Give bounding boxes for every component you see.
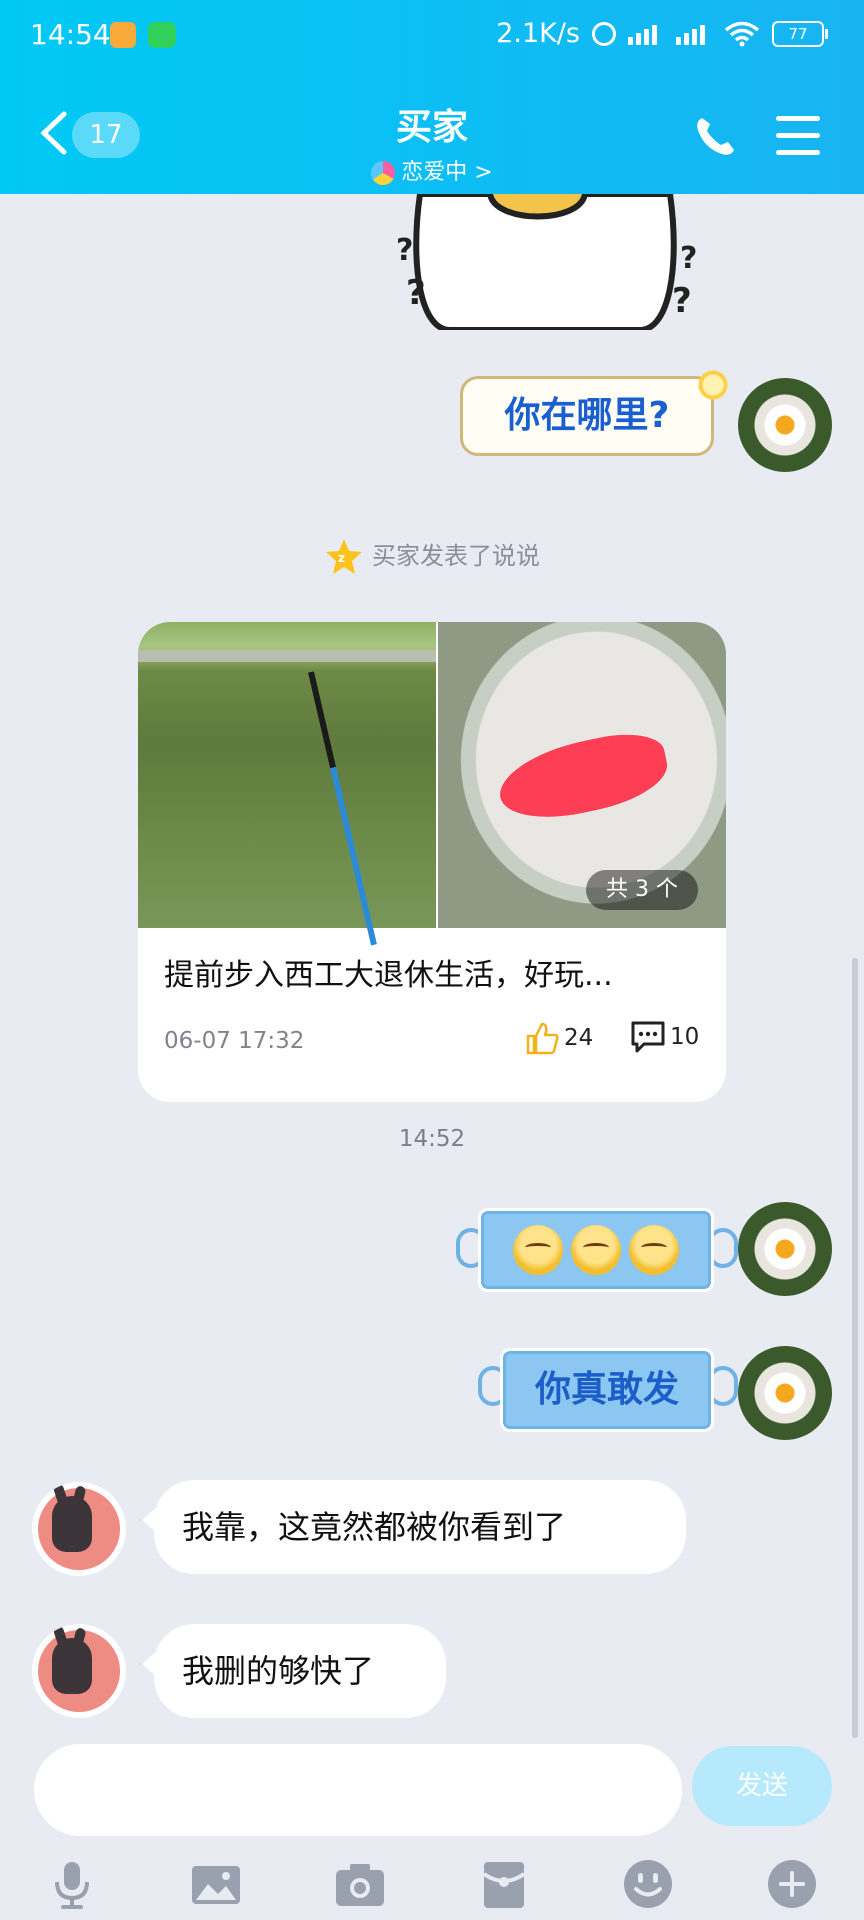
emoji-button[interactable] <box>622 1858 674 1910</box>
thumbs-up-icon <box>526 1022 559 1055</box>
comment-count: 10 <box>670 1024 700 1050</box>
chat-header: 14:54 2.1K/s 77 17 买家 恋爱中 > <box>0 0 864 194</box>
post-notice: z 买家发表了说说 <box>0 536 864 577</box>
image-icon <box>192 1866 240 1904</box>
status-time: 14:54 <box>30 18 111 51</box>
phone-icon[interactable] <box>690 112 740 162</box>
incoming-message[interactable]: 我靠，这竟然都被你看到了 <box>142 1480 686 1574</box>
svg-text:?: ? <box>396 233 413 268</box>
rabbit-body <box>52 1496 92 1552</box>
like-button[interactable]: 24 <box>524 1020 593 1056</box>
photo-button[interactable] <box>190 1858 242 1910</box>
image-detail <box>492 725 674 829</box>
feed-post-card[interactable]: 共 3 个 提前步入西工大退休生活，好玩... 06-07 17:32 24 1… <box>138 622 726 1102</box>
outgoing-emoji-message[interactable] <box>478 1208 714 1292</box>
voice-button[interactable] <box>46 1858 98 1910</box>
comment-icon <box>631 1021 665 1053</box>
image-detail <box>308 671 377 946</box>
svg-text:z: z <box>338 551 345 565</box>
contact-avatar[interactable] <box>32 1624 126 1718</box>
net-speed: 2.1K/s <box>496 18 580 49</box>
menu-line <box>776 150 820 155</box>
send-button[interactable]: 发送 <box>692 1746 832 1826</box>
smiley-icon <box>624 1860 672 1908</box>
like-count: 24 <box>564 1025 594 1051</box>
post-title: 提前步入西工大退休生活，好玩... <box>164 958 613 993</box>
image-detail <box>138 650 436 662</box>
plus-icon <box>768 1860 816 1908</box>
chat-scrollbar[interactable] <box>852 958 858 1738</box>
red-envelope-icon <box>482 1862 526 1908</box>
message-input[interactable] <box>34 1744 682 1836</box>
menu-button[interactable] <box>776 116 820 156</box>
notice-text: 买家发表了说说 <box>372 542 540 570</box>
wechat-icon <box>148 22 176 48</box>
relationship-label: 恋爱中 > <box>401 160 493 185</box>
outgoing-message[interactable]: 你在哪里? <box>460 376 714 456</box>
duck-sticker[interactable]: ? ? ? ? <box>380 194 720 330</box>
menu-line <box>776 116 820 121</box>
svg-text:?: ? <box>672 281 692 321</box>
rabbit-body <box>52 1638 92 1694</box>
red-packet-button[interactable] <box>478 1858 530 1910</box>
love-status-icon <box>371 161 396 185</box>
post-date: 06-07 17:32 <box>164 1028 305 1054</box>
emoji-row <box>481 1211 711 1279</box>
signal-icon <box>628 23 664 45</box>
comment-button[interactable]: 10 <box>630 1020 699 1054</box>
smirk-emoji-icon <box>629 1225 679 1275</box>
menu-line <box>776 133 820 138</box>
outgoing-message[interactable]: 你真敢发 <box>500 1348 714 1432</box>
post-image-fishing-rod[interactable] <box>138 622 436 946</box>
my-avatar[interactable] <box>738 1202 832 1296</box>
contact-avatar[interactable] <box>32 1482 126 1576</box>
status-right: 2.1K/s 77 <box>496 18 828 49</box>
camera-icon <box>336 1864 384 1906</box>
status-bar: 14:54 2.1K/s 77 <box>0 0 864 70</box>
svg-text:?: ? <box>680 241 697 276</box>
alarm-icon <box>592 21 616 46</box>
qzone-star-icon: z <box>326 539 362 574</box>
my-avatar[interactable] <box>738 378 832 472</box>
my-avatar[interactable] <box>738 1346 832 1440</box>
signal-icon-2 <box>676 23 712 45</box>
more-button[interactable] <box>766 1858 818 1910</box>
smirk-emoji-icon <box>513 1225 563 1275</box>
sun-decoration-icon <box>690 362 736 408</box>
battery-icon: 77 <box>772 20 828 47</box>
svg-text:?: ? <box>406 273 426 313</box>
camera-button[interactable] <box>334 1858 386 1910</box>
notes-app-icon <box>110 22 136 48</box>
smirk-emoji-icon <box>571 1225 621 1275</box>
input-toolbar <box>0 1852 864 1920</box>
wifi-icon <box>724 21 760 46</box>
microphone-icon <box>55 1862 89 1909</box>
incoming-message[interactable]: 我删的够快了 <box>142 1624 446 1718</box>
message-timestamp: 14:52 <box>398 1126 466 1152</box>
image-count-badge: 共 3 个 <box>586 870 698 910</box>
